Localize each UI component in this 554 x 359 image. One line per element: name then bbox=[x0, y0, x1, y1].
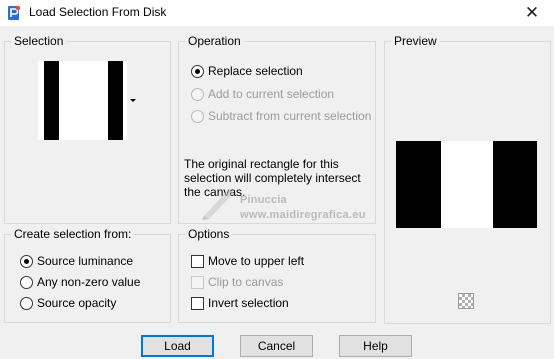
radio-label: Replace selection bbox=[208, 64, 303, 78]
swatch-black-bar-left bbox=[44, 61, 59, 140]
watermark-author: Pinuccia bbox=[240, 194, 287, 206]
chevron-down-icon[interactable] bbox=[130, 99, 136, 102]
checkbox-label: Move to upper left bbox=[208, 254, 305, 268]
checkbox bbox=[191, 275, 204, 289]
checkbox-invert-selection[interactable]: Invert selection bbox=[191, 296, 289, 310]
radio-label: Source opacity bbox=[37, 296, 117, 310]
radio-button bbox=[191, 87, 204, 101]
radio-source-luminance[interactable]: Source luminance bbox=[20, 254, 133, 268]
close-icon[interactable]: ✕ bbox=[520, 2, 544, 24]
psp-app-icon bbox=[8, 5, 21, 20]
radio-any-non-zero-value[interactable]: Any non-zero value bbox=[20, 275, 140, 289]
window-title: Load Selection From Disk bbox=[29, 5, 167, 19]
checkbox[interactable] bbox=[191, 296, 204, 310]
radio-label: Source luminance bbox=[37, 254, 134, 268]
swatch-black-bar-right bbox=[108, 61, 123, 140]
preview-image bbox=[396, 141, 537, 228]
radio-add-to-selection: Add to current selection bbox=[191, 87, 334, 101]
watermark-pencil-icon bbox=[202, 189, 234, 220]
radio-button[interactable] bbox=[20, 296, 33, 310]
radio-label: Subtract from current selection bbox=[208, 109, 372, 123]
preview-black-bar-right bbox=[493, 141, 537, 228]
options-group-label: Options bbox=[185, 227, 233, 241]
checkbox-clip-to-canvas: Clip to canvas bbox=[191, 275, 283, 289]
radio-replace-selection[interactable]: Replace selection bbox=[191, 64, 303, 78]
preview-black-bar-left bbox=[396, 141, 441, 228]
help-button[interactable]: Help bbox=[339, 335, 412, 357]
watermark-site: www.maidiregrafica.eu bbox=[240, 209, 366, 221]
checkbox-label: Invert selection bbox=[208, 296, 289, 310]
operation-group-label: Operation bbox=[185, 34, 244, 48]
checkbox-move-to-upper-left[interactable]: Move to upper left bbox=[191, 254, 304, 268]
radio-button[interactable] bbox=[20, 254, 33, 268]
radio-button bbox=[191, 109, 204, 123]
radio-button[interactable] bbox=[191, 64, 204, 78]
title-bar: Load Selection From Disk ✕ bbox=[0, 0, 554, 26]
radio-label: Any non-zero value bbox=[37, 275, 141, 289]
selection-group-label: Selection bbox=[11, 34, 67, 48]
radio-label: Add to current selection bbox=[208, 87, 335, 101]
checkbox[interactable] bbox=[191, 254, 204, 268]
checkbox-label: Clip to canvas bbox=[208, 275, 284, 289]
radio-button[interactable] bbox=[20, 275, 33, 289]
transparency-checker-icon[interactable] bbox=[458, 293, 474, 309]
radio-source-opacity[interactable]: Source opacity bbox=[20, 296, 116, 310]
radio-subtract-from-selection: Subtract from current selection bbox=[191, 109, 371, 123]
preview-group-label: Preview bbox=[391, 34, 440, 48]
load-button[interactable]: Load bbox=[141, 335, 214, 357]
selection-swatch-dropdown[interactable] bbox=[38, 61, 127, 140]
cancel-button[interactable]: Cancel bbox=[240, 335, 313, 357]
create-selection-group-label: Create selection from: bbox=[11, 227, 135, 241]
